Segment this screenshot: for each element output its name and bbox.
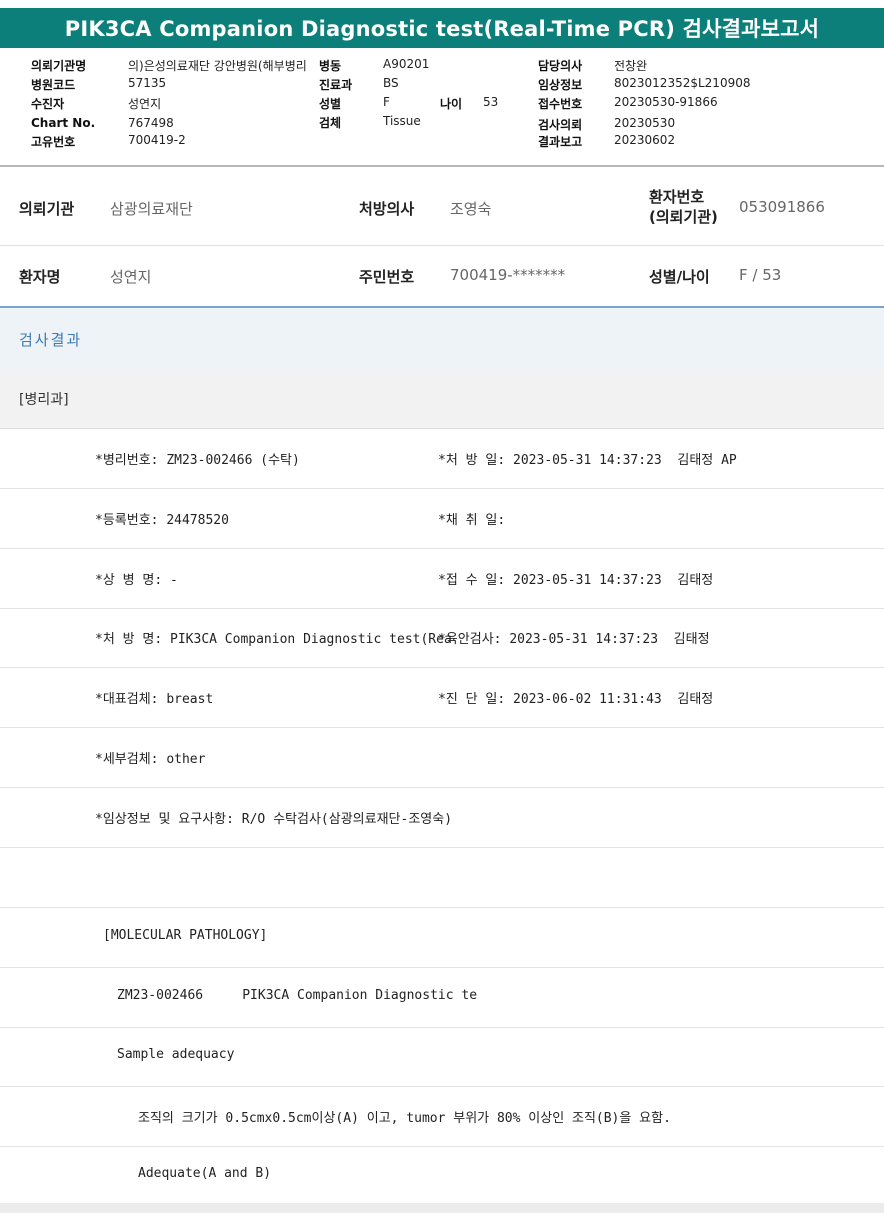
sex-value: F [383, 95, 390, 109]
results-section-header: 검사결과 [0, 306, 884, 370]
adequacy-result: Adequate(A and B) [138, 1166, 272, 1181]
sample-adequacy-label: Sample adequacy [117, 1047, 235, 1062]
report-date-value: 20230602 [614, 133, 676, 147]
result-row: *처 방 명: PIK3CA Companion Diagnostic test… [0, 608, 884, 668]
page-bottom-bar [0, 1203, 884, 1213]
result-row: *등록번호: 24478520 *채 취 일: [0, 489, 884, 549]
result-row-left: *처 방 명: PIK3CA Companion Diagnostic test… [95, 632, 452, 647]
patient-number-label-line1: 환자번호 [649, 188, 705, 206]
result-row-left: *임상정보 및 요구사항: R/O 수탁검사(삼광의료재단-조영숙) [95, 812, 453, 827]
result-row-right: *채 취 일: [438, 513, 506, 528]
patient-value: 성연지 [128, 97, 162, 111]
result-row: *임상정보 및 요구사항: R/O 수탁검사(삼광의료재단-조영숙) [0, 788, 884, 848]
department-value: BS [383, 76, 399, 90]
report-title-banner: PIK3CA Companion Diagnostic test(Real-Ti… [0, 8, 884, 48]
request-date-value: 20230530 [614, 116, 676, 130]
chart-no-label: Chart No. [31, 116, 96, 130]
result-row-left: *등록번호: 24478520 [95, 513, 229, 528]
clinical-info-value: 8023012352$L210908 [614, 76, 751, 90]
department-header: [병리과] [0, 370, 884, 429]
result-row: *병리번호: ZM23-002466 (수탁) *처 방 일: 2023-05-… [0, 429, 884, 489]
result-row-left: *병리번호: ZM23-002466 (수탁) [95, 453, 300, 468]
specimen-value: Tissue [383, 114, 421, 128]
doctor-label: 담당의사 [538, 59, 583, 73]
result-row-right: *처 방 일: 2023-05-31 14:37:23 김태정 AP [438, 453, 737, 468]
age-value: 53 [483, 95, 499, 109]
requesting-institution-value: 삼광의료재단 [110, 200, 193, 218]
requesting-institution-label: 의뢰기관 [19, 200, 75, 218]
doctor-value: 전창완 [614, 59, 648, 73]
department-name: [병리과] [19, 392, 69, 408]
result-row-right: *육안검사: 2023-05-31 14:37:23 김태정 [438, 632, 710, 647]
patient-name-value: 성연지 [110, 268, 152, 286]
unique-no-value: 700419-2 [128, 133, 186, 147]
report-date-label: 결과보고 [538, 135, 583, 149]
molecular-heading-row: [MOLECULAR PATHOLOGY] [0, 908, 884, 968]
prescribing-doctor-label: 처방의사 [359, 200, 415, 218]
ward-value: A90201 [383, 57, 430, 71]
result-row: *세부검체: other [0, 728, 884, 788]
result-row-right: *접 수 일: 2023-05-31 14:37:23 김태정 [438, 573, 714, 588]
molecular-case-row: ZM23-002466 PIK3CA Companion Diagnostic … [0, 968, 884, 1028]
specimen-label: 검체 [319, 116, 342, 130]
sex-label: 성별 [319, 97, 342, 111]
result-row: *대표검체: breast *진 단 일: 2023-06-02 11:31:4… [0, 668, 884, 728]
patient-label: 수진자 [31, 97, 65, 111]
adequacy-criteria: 조직의 크기가 0.5cmx0.5cm이상(A) 이고, tumor 부위가 8… [138, 1111, 671, 1126]
adequacy-result-row: Adequate(A and B) [0, 1146, 884, 1205]
prescribing-doctor-value: 조영숙 [450, 200, 492, 218]
report-title: PIK3CA Companion Diagnostic test(Real-Ti… [64, 17, 820, 41]
unique-no-label: 고유번호 [31, 135, 76, 149]
report-header-info: 의뢰기관명 의)은성의료재단 강안병원(해부병리 병동 A90201 담당의사 … [0, 50, 884, 167]
result-row: *상 병 명: - *접 수 일: 2023-05-31 14:37:23 김태… [0, 549, 884, 609]
result-row-right: *진 단 일: 2023-06-02 11:31:43 김태정 [438, 692, 714, 707]
institution-value: 의)은성의료재단 강안병원(해부병리 [128, 59, 307, 73]
clinical-info-label: 임상정보 [538, 78, 583, 92]
result-row-left: *대표검체: breast [95, 692, 214, 707]
department-label: 진료과 [319, 78, 353, 92]
hospital-code-value: 57135 [128, 76, 167, 90]
receipt-no-value: 20230530-91866 [614, 95, 718, 109]
result-row-left: *세부검체: other [95, 752, 206, 767]
resident-number-value: 700419-******* [450, 266, 566, 284]
receipt-no-label: 접수번호 [538, 97, 583, 111]
molecular-case-line: ZM23-002466 PIK3CA Companion Diagnostic … [117, 988, 478, 1003]
patient-number-value: 053091866 [739, 198, 825, 216]
resident-number-label: 주민번호 [359, 268, 415, 286]
age-label: 나이 [440, 97, 463, 111]
empty-row [0, 848, 884, 908]
hospital-code-label: 병원코드 [31, 78, 76, 92]
ward-label: 병동 [319, 59, 342, 73]
sex-age-label: 성별/나이 [649, 268, 710, 286]
patient-info-row-2: 환자명 성연지 주민번호 700419-******* 성별/나이 F / 53 [0, 246, 884, 304]
adequacy-criteria-row: 조직의 크기가 0.5cmx0.5cm이상(A) 이고, tumor 부위가 8… [0, 1087, 884, 1147]
patient-name-label: 환자명 [19, 268, 61, 286]
request-date-label: 검사의뢰 [538, 118, 583, 132]
patient-number-label: 환자번호 (의뢰기관) [649, 187, 718, 227]
sample-adequacy-row: Sample adequacy [0, 1027, 884, 1087]
result-row-left: *상 병 명: - [95, 573, 178, 588]
patient-number-label-line2: (의뢰기관) [649, 208, 718, 226]
molecular-heading: [MOLECULAR PATHOLOGY] [103, 928, 268, 943]
results-section-title: 검사결과 [19, 330, 83, 349]
institution-label: 의뢰기관명 [31, 59, 87, 73]
patient-info-row-1: 의뢰기관 삼광의료재단 처방의사 조영숙 환자번호 (의뢰기관) 0530918… [0, 172, 884, 246]
sex-age-value: F / 53 [739, 266, 782, 284]
chart-no-value: 767498 [128, 116, 174, 130]
